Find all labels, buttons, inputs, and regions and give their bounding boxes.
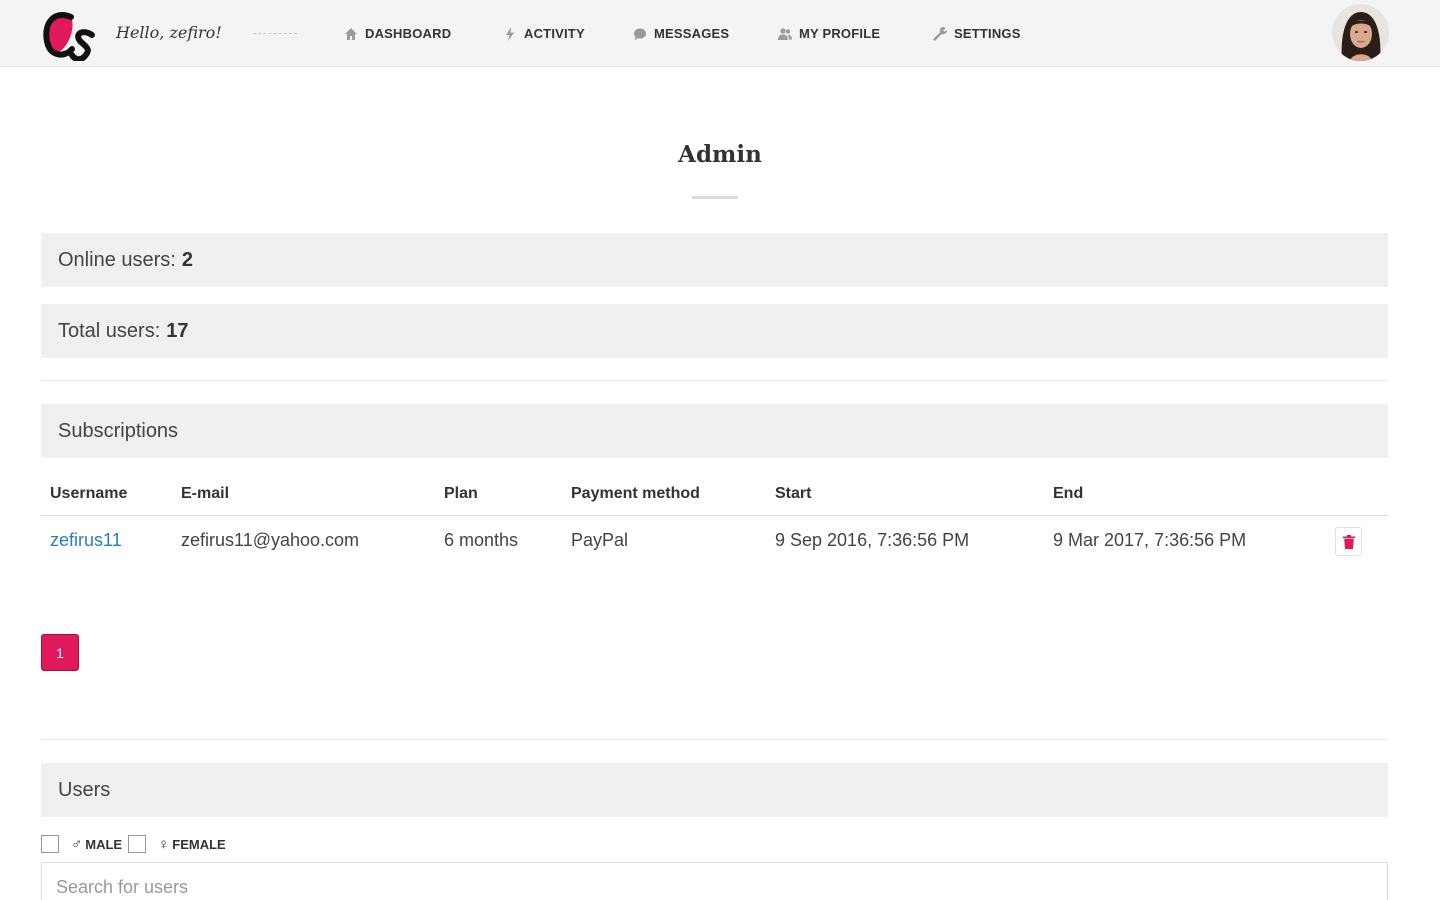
male-filter-text: MALE — [85, 837, 123, 852]
nav-activity-label: ACTIVITY — [524, 26, 585, 41]
total-users-label: Total users: — [58, 319, 161, 342]
delete-subscription-button[interactable] — [1335, 527, 1362, 556]
total-users-panel: Total users: 17 — [41, 304, 1388, 358]
female-filter-text: FEMALE — [172, 837, 226, 852]
users-icon — [778, 27, 792, 40]
subscriptions-title: Subscriptions — [58, 419, 179, 442]
home-icon — [345, 27, 357, 40]
col-plan: Plan — [444, 485, 478, 502]
nav-dashboard[interactable]: DASHBOARD — [344, 26, 451, 41]
pagination-page-button[interactable]: 1 — [41, 634, 79, 671]
male-filter-checkbox[interactable] — [41, 835, 59, 853]
female-filter-label[interactable]: ♀ FEMALE — [158, 836, 226, 853]
col-payment-method: Payment method — [571, 485, 700, 502]
user-avatar[interactable] — [1332, 4, 1389, 61]
online-users-count: 2 — [181, 248, 193, 271]
chat-bubble-icon — [634, 28, 646, 40]
lightning-icon — [506, 26, 514, 41]
row-username-link[interactable]: zefirus11 — [50, 530, 122, 551]
online-users-panel: Online users: 2 — [41, 233, 1388, 287]
female-filter-checkbox[interactable] — [128, 835, 146, 853]
nav-separator — [253, 33, 297, 34]
wrench-icon — [933, 26, 947, 41]
section-divider — [41, 380, 1388, 381]
trash-icon — [1342, 534, 1355, 549]
col-username: Username — [50, 485, 128, 502]
nav-settings-label: SETTINGS — [954, 26, 1021, 41]
male-filter-label[interactable]: ♂ MALE — [71, 836, 122, 853]
users-title: Users — [58, 778, 111, 801]
row-payment-method: PayPal — [571, 530, 629, 550]
top-navbar: Hello, zefiro! DASHBOARD ACTIVITY MESSAG… — [0, 0, 1440, 67]
nav-settings[interactable]: SETTINGS — [933, 26, 1021, 41]
row-plan: 6 months — [444, 530, 519, 550]
total-users-count: 17 — [166, 319, 189, 342]
nav-messages[interactable]: MESSAGES — [633, 26, 729, 41]
row-end: 9 Mar 2017, 7:36:56 PM — [1053, 530, 1247, 550]
app-logo[interactable] — [40, 5, 98, 61]
col-end: End — [1053, 485, 1084, 502]
nav-my-profile-label: MY PROFILE — [799, 26, 881, 41]
col-start: Start — [775, 485, 812, 502]
female-icon: ♀ — [158, 836, 170, 853]
nav-my-profile[interactable]: MY PROFILE — [778, 26, 880, 41]
user-search-input[interactable] — [41, 862, 1388, 900]
online-users-label: Online users: — [58, 248, 176, 271]
table-header-divider — [41, 515, 1388, 516]
title-divider — [692, 196, 738, 199]
page-title: Admin — [678, 141, 762, 168]
col-email: E-mail — [181, 485, 230, 502]
greeting-text: Hello, zefiro! — [116, 23, 222, 42]
male-icon: ♂ — [71, 836, 83, 853]
nav-messages-label: MESSAGES — [654, 26, 730, 41]
nav-dashboard-label: DASHBOARD — [365, 26, 452, 41]
row-start: 9 Sep 2016, 7:36:56 PM — [775, 530, 970, 550]
nav-activity[interactable]: ACTIVITY — [503, 26, 585, 41]
row-email: zefirus11@yahoo.com — [181, 530, 360, 550]
subscriptions-header: Subscriptions — [41, 404, 1388, 458]
section-divider — [41, 739, 1388, 740]
users-header: Users — [41, 763, 1388, 817]
